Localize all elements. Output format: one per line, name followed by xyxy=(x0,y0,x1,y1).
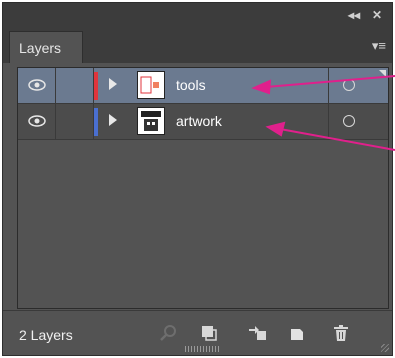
layer-name[interactable]: artwork xyxy=(176,113,222,129)
lock-toggle[interactable] xyxy=(56,104,94,139)
eye-icon xyxy=(28,115,46,127)
visibility-toggle[interactable] xyxy=(18,68,56,103)
panel-menu-icon[interactable]: ▾≡ xyxy=(372,38,386,54)
visibility-toggle[interactable] xyxy=(18,104,56,139)
resize-corner-icon[interactable] xyxy=(381,344,389,352)
panel-footer: 2 Layers xyxy=(3,310,392,355)
close-icon[interactable]: ✕ xyxy=(372,8,382,22)
layer-color-bar xyxy=(94,72,98,100)
locate-object-icon[interactable] xyxy=(159,323,179,343)
expand-arrow-icon[interactable] xyxy=(109,78,117,90)
trash-icon[interactable] xyxy=(331,323,351,343)
collapse-icon[interactable]: ◂◂ xyxy=(348,8,360,22)
target-column[interactable] xyxy=(328,68,388,103)
selection-indicator-icon xyxy=(379,70,386,77)
create-sublayer-icon[interactable] xyxy=(247,323,267,343)
layer-thumbnail xyxy=(137,71,165,99)
eye-icon xyxy=(28,79,46,91)
layer-row-artwork[interactable]: artwork xyxy=(18,104,388,140)
tab-label: Layers xyxy=(19,40,62,56)
tab-layers[interactable]: Layers xyxy=(9,31,83,63)
panel-resize-grip[interactable] xyxy=(185,346,219,352)
target-icon[interactable] xyxy=(343,115,355,127)
clipping-mask-icon[interactable] xyxy=(199,323,219,343)
layer-color-bar xyxy=(94,108,98,136)
layer-row-tools[interactable]: tools xyxy=(18,68,388,104)
expand-arrow-icon[interactable] xyxy=(109,114,117,126)
tab-row: Layers ▾≡ xyxy=(3,29,392,63)
layers-list: tools artwork xyxy=(17,67,389,309)
layers-panel: ◂◂ ✕ Layers ▾≡ tools artwork 2 Layers xyxy=(2,2,393,356)
panel-titlebar: ◂◂ ✕ xyxy=(3,3,392,29)
target-icon[interactable] xyxy=(343,79,355,91)
layer-name[interactable]: tools xyxy=(176,77,206,93)
layer-count: 2 Layers xyxy=(19,327,73,343)
new-layer-icon[interactable] xyxy=(287,323,307,343)
target-column[interactable] xyxy=(328,104,388,139)
layer-thumbnail xyxy=(137,107,165,135)
lock-toggle[interactable] xyxy=(56,68,94,103)
